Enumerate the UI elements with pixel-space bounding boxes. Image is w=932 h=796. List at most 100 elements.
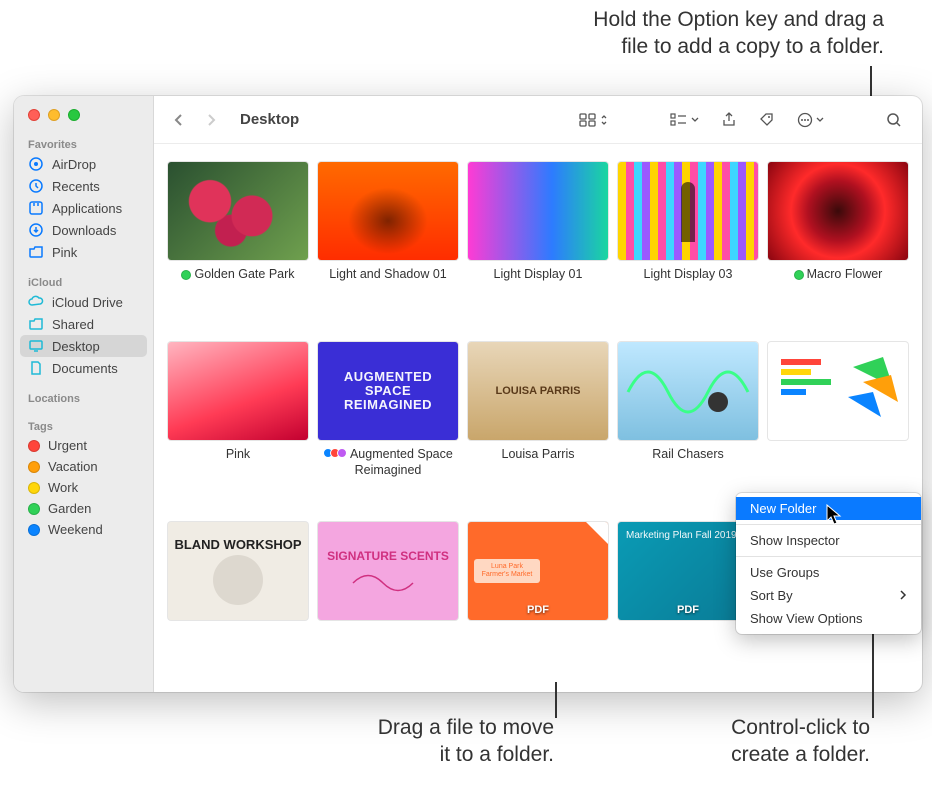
menu-item-new-folder[interactable]: New Folder: [736, 497, 921, 520]
pdf-badge: PDF: [677, 604, 699, 616]
sidebar-label: Desktop: [52, 339, 100, 354]
sidebar: Favorites AirDrop Recents Applications D…: [14, 96, 154, 692]
search-button[interactable]: [880, 108, 908, 132]
file-item[interactable]: LOUISA PARRIS Louisa Parris: [468, 342, 608, 512]
sidebar-label: iCloud Drive: [52, 295, 123, 310]
sidebar-tag-weekend[interactable]: Weekend: [14, 519, 153, 540]
sidebar-section-icloud: iCloud: [14, 273, 153, 291]
sidebar-label: Pink: [52, 245, 77, 260]
minimize-button[interactable]: [48, 109, 60, 121]
sidebar-tag-work[interactable]: Work: [14, 477, 153, 498]
thumbnail: [168, 162, 308, 260]
sidebar-item-recents[interactable]: Recents: [14, 175, 153, 197]
sidebar-label: Urgent: [48, 438, 87, 453]
file-label: Light and Shadow 01: [329, 266, 446, 298]
file-item[interactable]: Light and Shadow 01: [318, 162, 458, 332]
forward-button[interactable]: [200, 109, 222, 131]
thumbnail: AUGMENTED SPACE REIMAGINED: [318, 342, 458, 440]
tag-dot-green: [28, 503, 40, 515]
annotation-bottom-left: Drag a file to move it to a folder.: [304, 714, 554, 769]
file-label: Light Display 03: [644, 266, 733, 298]
sidebar-label: Downloads: [52, 223, 116, 238]
thumbnail: [318, 162, 458, 260]
menu-label: Use Groups: [750, 565, 819, 580]
folder-icon: [28, 244, 44, 260]
back-button[interactable]: [168, 109, 190, 131]
desktop-icon: [28, 338, 44, 354]
applications-icon: [28, 200, 44, 216]
group-button[interactable]: [664, 109, 705, 131]
sidebar-label: Applications: [52, 201, 122, 216]
sidebar-item-desktop[interactable]: Desktop: [20, 335, 147, 357]
thumbnail: LOUISA PARRIS: [468, 342, 608, 440]
airdrop-icon: [28, 156, 44, 172]
thumbnail: [618, 342, 758, 440]
menu-label: Show Inspector: [750, 533, 840, 548]
sidebar-item-airdrop[interactable]: AirDrop: [14, 153, 153, 175]
file-item[interactable]: Macro Flower: [768, 162, 908, 332]
menu-label: Show View Options: [750, 611, 863, 626]
thumbnail: [468, 162, 608, 260]
menu-item-use-groups[interactable]: Use Groups: [736, 561, 921, 584]
sidebar-item-downloads[interactable]: Downloads: [14, 219, 153, 241]
annotation-line-bl: [555, 682, 557, 718]
sidebar-item-icloud-drive[interactable]: iCloud Drive: [14, 291, 153, 313]
file-item[interactable]: Luna Park Farmer's Market PDF: [468, 522, 608, 692]
view-mode-button[interactable]: [573, 109, 614, 131]
file-item[interactable]: AUGMENTED SPACE REIMAGINED Augmented Spa…: [318, 342, 458, 512]
clock-icon: [28, 178, 44, 194]
sidebar-item-pink[interactable]: Pink: [14, 241, 153, 263]
file-item[interactable]: BLAND WORKSHOP: [168, 522, 308, 692]
more-button[interactable]: [791, 108, 830, 132]
toolbar: Desktop: [154, 96, 922, 144]
tag-indicator-green: [794, 270, 804, 280]
thumbnail: [168, 342, 308, 440]
documents-icon: [28, 360, 44, 376]
file-item[interactable]: [768, 342, 908, 512]
file-label: Macro Flower: [794, 266, 883, 298]
tag-dot-red: [28, 440, 40, 452]
sidebar-item-applications[interactable]: Applications: [14, 197, 153, 219]
tag-dot-yellow: [28, 482, 40, 494]
window-title: Desktop: [240, 111, 299, 128]
shared-icon: [28, 316, 44, 332]
zoom-button[interactable]: [68, 109, 80, 121]
menu-item-show-view-options[interactable]: Show View Options: [736, 607, 921, 630]
share-button[interactable]: [715, 108, 743, 132]
thumbnail: [768, 162, 908, 260]
file-item[interactable]: Light Display 01: [468, 162, 608, 332]
file-item[interactable]: SIGNATURE SCENTS: [318, 522, 458, 692]
file-label: Light Display 01: [494, 266, 583, 298]
thumbnail: [768, 342, 908, 440]
file-item[interactable]: Golden Gate Park: [168, 162, 308, 332]
sidebar-label: Shared: [52, 317, 94, 332]
sidebar-label: Documents: [52, 361, 118, 376]
window-controls: [14, 106, 153, 135]
file-item[interactable]: Rail Chasers: [618, 342, 758, 512]
thumbnail: [618, 162, 758, 260]
sidebar-tag-vacation[interactable]: Vacation: [14, 456, 153, 477]
tags-button[interactable]: [753, 108, 781, 132]
thumbnail: Luna Park Farmer's Market PDF: [468, 522, 608, 620]
sidebar-tag-garden[interactable]: Garden: [14, 498, 153, 519]
annotation-bottom-right: Control-click to create a folder.: [640, 714, 870, 769]
file-item[interactable]: Light Display 03: [618, 162, 758, 332]
file-label: Pink: [226, 446, 250, 478]
sidebar-item-shared[interactable]: Shared: [14, 313, 153, 335]
cloud-icon: [28, 294, 44, 310]
tag-dot-blue: [28, 524, 40, 536]
thumbnail: BLAND WORKSHOP: [168, 522, 308, 620]
file-item[interactable]: Pink: [168, 342, 308, 512]
file-label: Golden Gate Park: [181, 266, 294, 298]
menu-item-sort-by[interactable]: Sort By: [736, 584, 921, 607]
close-button[interactable]: [28, 109, 40, 121]
sidebar-label: AirDrop: [52, 157, 96, 172]
sidebar-item-documents[interactable]: Documents: [14, 357, 153, 379]
thumbnail: SIGNATURE SCENTS: [318, 522, 458, 620]
tag-indicator-green: [181, 270, 191, 280]
menu-separator: [736, 524, 921, 525]
sidebar-label: Work: [48, 480, 78, 495]
sidebar-tag-urgent[interactable]: Urgent: [14, 435, 153, 456]
menu-item-show-inspector[interactable]: Show Inspector: [736, 529, 921, 552]
chevron-right-icon: [899, 588, 907, 603]
